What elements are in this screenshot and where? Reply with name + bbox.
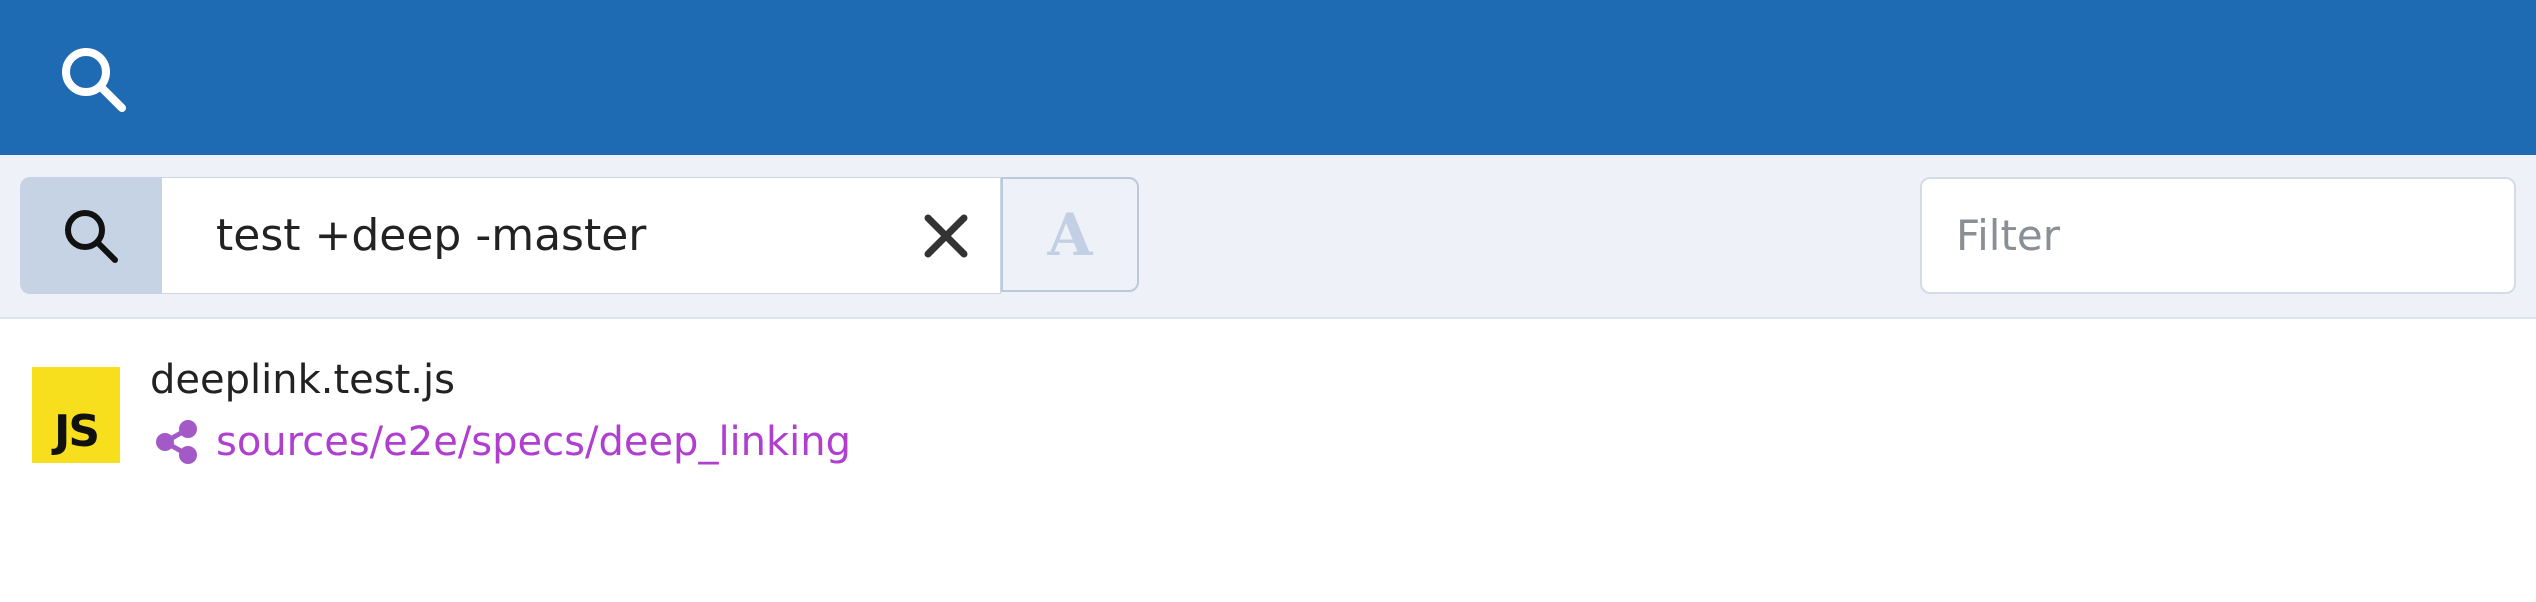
- search-button[interactable]: [20, 177, 162, 294]
- filter-input[interactable]: [1920, 177, 2516, 294]
- share-icon: [156, 420, 197, 464]
- clear-search-button[interactable]: [918, 208, 974, 264]
- js-file-icon: JS: [32, 367, 120, 463]
- close-icon: [924, 214, 968, 258]
- results-list: JS deeplink.test.js sources/e2e/specs/de…: [0, 319, 2536, 602]
- search-toolbar: A: [0, 155, 2536, 319]
- case-sensitive-toggle[interactable]: A: [1001, 177, 1139, 292]
- search-group: A: [20, 177, 1139, 294]
- result-file-name[interactable]: deeplink.test.js: [150, 357, 455, 403]
- search-input[interactable]: [162, 178, 902, 293]
- search-icon[interactable]: [56, 42, 132, 118]
- result-item[interactable]: JS deeplink.test.js sources/e2e/specs/de…: [32, 357, 1232, 483]
- search-icon: [65, 209, 118, 263]
- result-path-row[interactable]: sources/e2e/specs/deep_linking: [154, 419, 851, 465]
- top-header-bar: [0, 0, 2536, 155]
- js-badge-label: JS: [53, 406, 100, 457]
- case-sensitive-icon: A: [1047, 200, 1093, 269]
- search-field: [162, 177, 1001, 294]
- result-path-link[interactable]: sources/e2e/specs/deep_linking: [216, 419, 851, 465]
